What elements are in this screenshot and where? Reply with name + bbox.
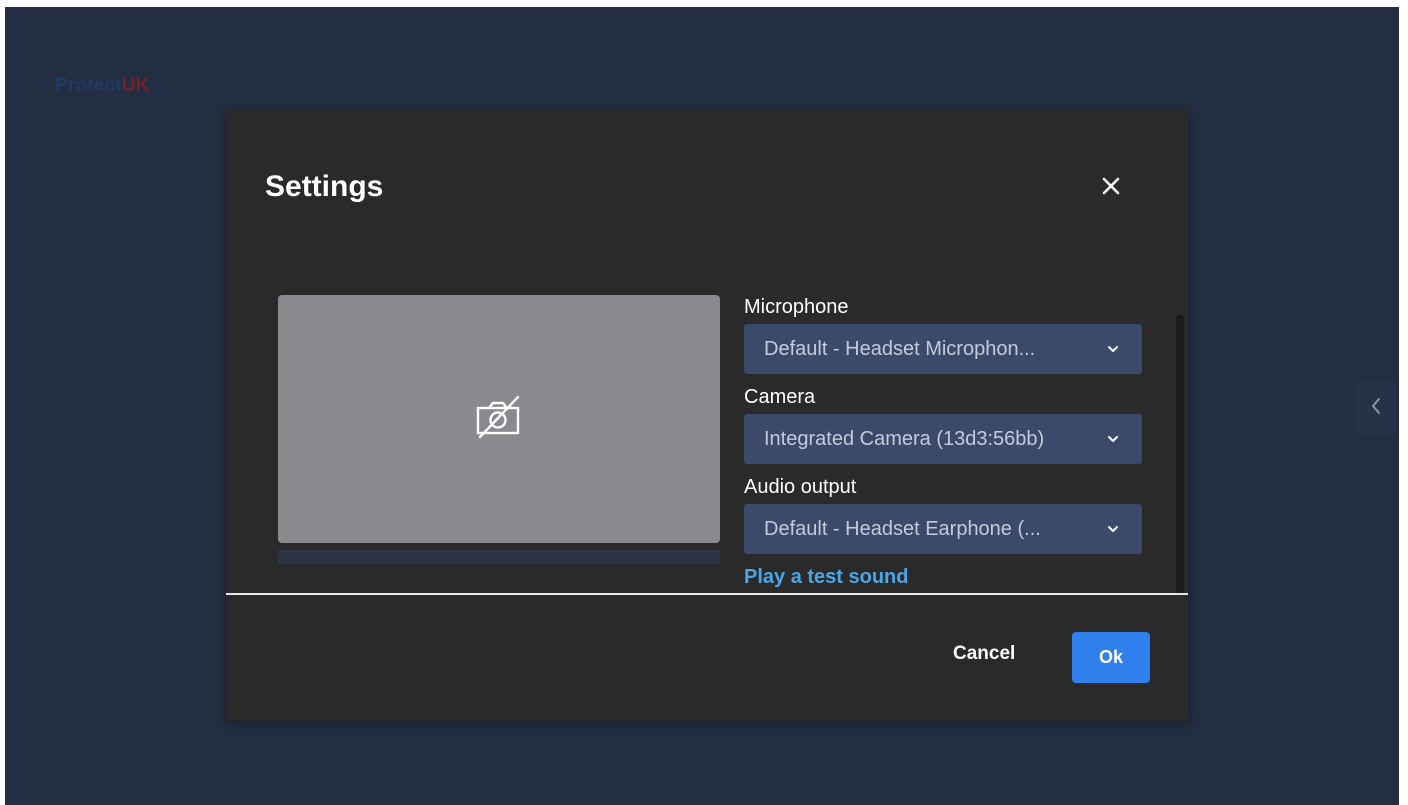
camera-select-value: Integrated Camera (13d3:56bb) bbox=[764, 427, 1045, 450]
brand-text-part2: UK bbox=[121, 75, 150, 96]
microphone-label: Microphone bbox=[744, 296, 849, 318]
app-background: Protect UK Settings Microphone Default -… bbox=[5, 7, 1399, 805]
dialog-title: Settings bbox=[265, 170, 384, 203]
camera-preview bbox=[278, 295, 720, 543]
close-button[interactable] bbox=[1095, 172, 1127, 204]
brand-logo: Protect UK bbox=[55, 75, 150, 97]
settings-dialog: Settings Microphone Default - Headset Mi… bbox=[226, 110, 1188, 721]
chevron-down-icon bbox=[1106, 342, 1120, 356]
microphone-select-value: Default - Headset Microphon... bbox=[764, 337, 1036, 360]
sidebar-toggle-button[interactable] bbox=[1356, 382, 1396, 434]
chevron-down-icon bbox=[1106, 522, 1120, 536]
scrollbar[interactable] bbox=[1176, 315, 1184, 595]
camera-off-icon bbox=[475, 394, 523, 445]
camera-select[interactable]: Integrated Camera (13d3:56bb) bbox=[744, 414, 1142, 464]
cancel-button[interactable]: Cancel bbox=[953, 643, 1015, 665]
audio-output-select[interactable]: Default - Headset Earphone (... bbox=[744, 504, 1142, 554]
camera-label: Camera bbox=[744, 386, 816, 408]
play-test-sound-link[interactable]: Play a test sound bbox=[744, 566, 909, 589]
audio-output-label: Audio output bbox=[744, 476, 857, 498]
audio-output-select-value: Default - Headset Earphone (... bbox=[764, 517, 1041, 540]
ok-button[interactable]: Ok bbox=[1072, 632, 1150, 683]
preview-status-bar bbox=[278, 550, 720, 564]
chevron-down-icon bbox=[1106, 432, 1120, 446]
close-icon bbox=[1101, 176, 1121, 201]
chevron-left-icon bbox=[1370, 397, 1382, 420]
brand-text-part1: Protect bbox=[55, 75, 122, 96]
footer-divider bbox=[226, 593, 1188, 595]
microphone-select[interactable]: Default - Headset Microphon... bbox=[744, 324, 1142, 374]
